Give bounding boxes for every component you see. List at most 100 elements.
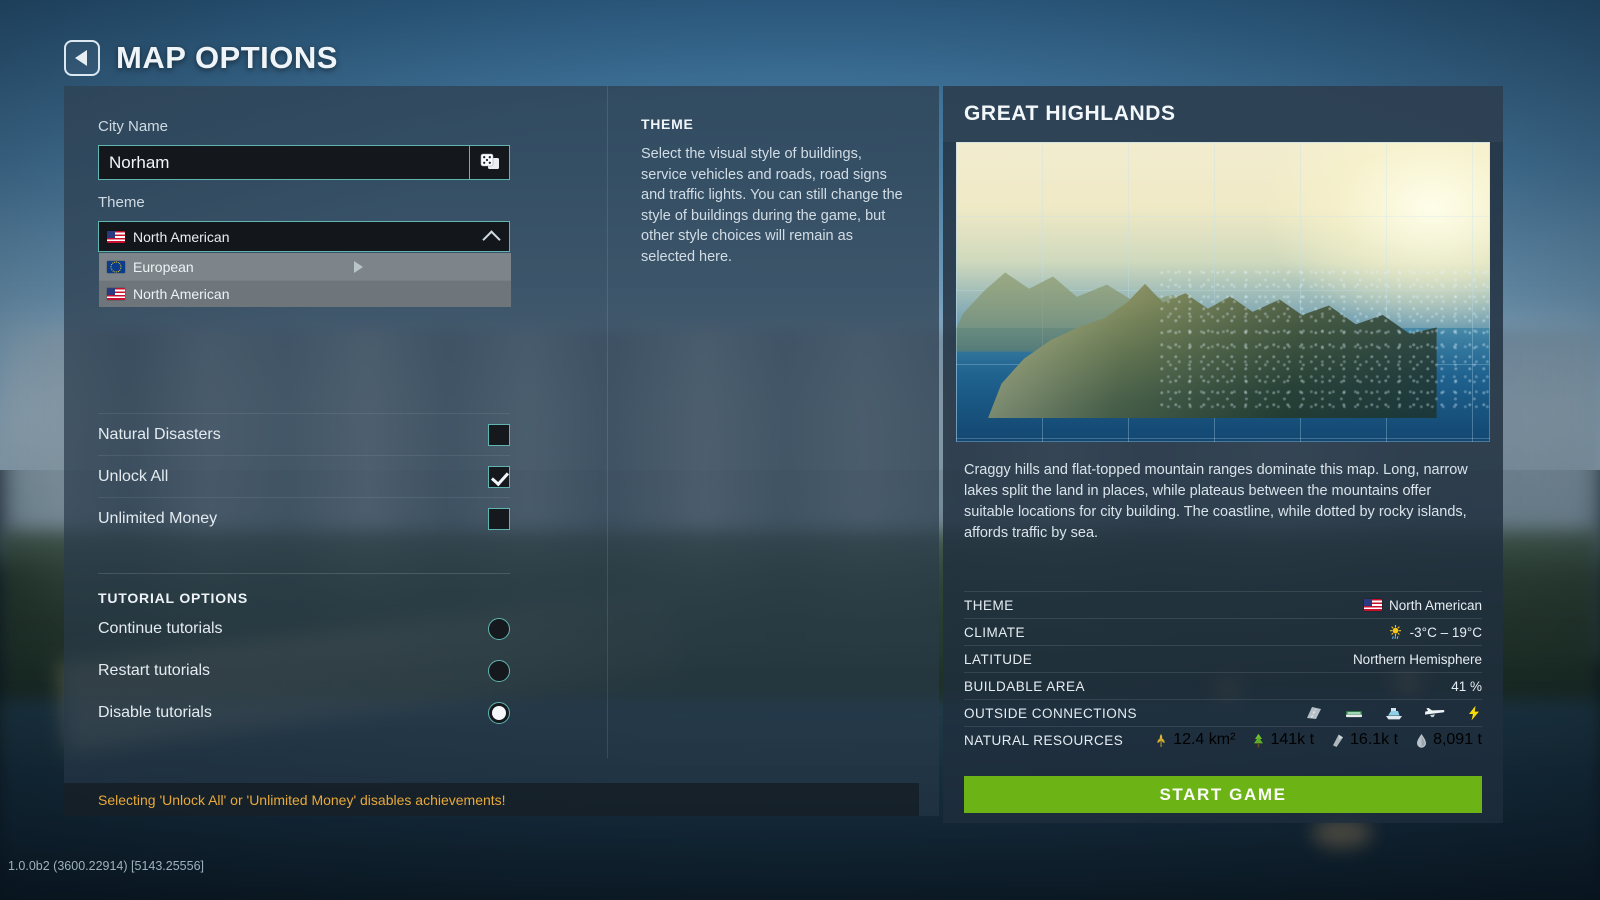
option-row-natural-disasters[interactable]: Natural Disasters [98, 413, 510, 455]
us-flag-icon [1363, 599, 1382, 611]
tutorial-option-restart[interactable]: Restart tutorials [98, 650, 510, 692]
theme-info-body: Select the visual style of buildings, se… [641, 146, 903, 265]
city-name-label: City Name [98, 118, 169, 135]
chevron-up-icon [482, 229, 501, 249]
info-value-text: 41 % [1451, 678, 1482, 694]
city-name-row [98, 145, 510, 180]
tutorial-option-label: Continue tutorials [98, 620, 223, 637]
resource-forest: 141k t [1252, 731, 1314, 749]
theme-description-block: THEME Select the visual style of buildin… [641, 116, 909, 267]
info-row-latitude: LATITUDE Northern Hemisphere [964, 645, 1482, 672]
info-value-text: North American [1388, 597, 1482, 613]
back-button[interactable] [64, 40, 100, 76]
theme-option-label: European [133, 258, 194, 275]
info-value: -3°C – 19°C [1388, 625, 1482, 640]
info-value-text: Northern Hemisphere [1352, 651, 1482, 667]
tutorial-option-continue[interactable]: Continue tutorials [98, 608, 510, 650]
theme-option-north-american[interactable]: North American [99, 280, 511, 307]
tutorial-radio[interactable] [488, 702, 510, 724]
tutorial-option-label: Disable tutorials [98, 704, 212, 721]
theme-option-label: North American [133, 286, 230, 302]
city-name-input[interactable] [98, 145, 470, 180]
settings-form: City Name Theme North American [98, 118, 511, 307]
outside-connection-icons [1304, 705, 1482, 721]
map-details-panel: GREAT HIGHLANDS Craggy hills and flat-to… [943, 86, 1503, 823]
version-text: 1.0.0b2 (3600.22914) [5143.25556] [8, 859, 205, 873]
map-preview-image [956, 142, 1490, 442]
info-row-theme: THEME North American [964, 591, 1482, 618]
tutorial-radio[interactable] [488, 618, 510, 640]
info-key: THEME [964, 597, 1014, 613]
resource-value: 141k t [1270, 731, 1315, 748]
natural-resource-values: 12.4 km² 141k t 16.1k t 8,091 t [1154, 731, 1482, 749]
info-row-climate: CLIMATE -3°C – 19°C [964, 618, 1482, 645]
option-row-unlimited-money[interactable]: Unlimited Money [98, 497, 510, 539]
road-icon [1307, 707, 1321, 719]
ore-icon [1333, 734, 1344, 747]
map-title-bar: GREAT HIGHLANDS [943, 86, 1503, 142]
info-value: North American [1363, 597, 1482, 613]
resource-value: 8,091 t [1433, 731, 1482, 748]
us-flag-icon [107, 230, 125, 243]
airplane-icon [1425, 708, 1445, 718]
page-header: MAP OPTIONS [64, 40, 338, 76]
preview-border [956, 142, 1490, 442]
page-title: MAP OPTIONS [116, 40, 338, 75]
map-description: Craggy hills and flat-topped mountain ra… [964, 462, 1468, 541]
achievement-warning-text: Selecting 'Unlock All' or 'Unlimited Mon… [98, 791, 506, 808]
option-checkbox[interactable] [488, 423, 510, 446]
map-options-panel: City Name Theme North American [64, 86, 939, 816]
start-game-button[interactable]: START GAME [964, 776, 1482, 813]
info-row-buildable-area: BUILDABLE AREA 41 % [964, 672, 1482, 699]
option-label: Natural Disasters [98, 425, 221, 443]
info-row-outside-connections: OUTSIDE CONNECTIONS [964, 699, 1482, 726]
info-key: OUTSIDE CONNECTIONS [964, 705, 1138, 721]
theme-select[interactable]: North American European North American [98, 221, 511, 307]
us-flag-icon [107, 288, 125, 300]
achievement-warning-bar: Selecting 'Unlock All' or 'Unlimited Mon… [64, 783, 919, 816]
tutorial-radio[interactable] [488, 660, 510, 682]
info-row-natural-resources: NATURAL RESOURCES 12.4 km² 141k t 16.1k … [964, 726, 1482, 753]
resource-value: 12.4 km² [1173, 731, 1236, 748]
back-arrow-icon [75, 50, 87, 66]
tutorial-option-label: Restart tutorials [98, 662, 211, 679]
option-label: Unlimited Money [98, 509, 218, 527]
info-value-text: -3°C – 19°C [1409, 624, 1482, 640]
theme-option-european[interactable]: European [99, 253, 511, 280]
resource-value: 16.1k t [1350, 731, 1399, 748]
theme-info-heading: THEME [641, 116, 694, 132]
resource-ore: 16.1k t [1331, 731, 1398, 749]
fertile-land-icon [1157, 733, 1165, 747]
info-key: NATURAL RESOURCES [964, 732, 1124, 748]
submenu-arrow-icon [354, 260, 363, 273]
oil-icon [1417, 733, 1427, 748]
map-info-table: THEME North American CLIMATE -3°C – 19°C… [964, 591, 1482, 753]
tutorial-options-heading: TUTORIAL OPTIONS [98, 573, 510, 606]
eu-flag-icon [107, 260, 125, 273]
forest-icon [1254, 733, 1264, 747]
option-row-unlock-all[interactable]: Unlock All [98, 455, 510, 497]
electricity-icon [1469, 705, 1479, 721]
option-checkbox[interactable] [488, 507, 510, 530]
map-name: GREAT HIGHLANDS [964, 102, 1176, 125]
theme-dropdown-list: European North American [99, 253, 511, 307]
start-game-label: START GAME [1159, 784, 1287, 804]
info-value: Northern Hemisphere [1353, 652, 1482, 667]
randomize-name-button[interactable] [470, 145, 510, 180]
resource-fertile-land: 12.4 km² [1154, 731, 1235, 749]
info-key: LATITUDE [964, 651, 1033, 667]
ship-icon [1386, 708, 1402, 720]
option-checkbox[interactable] [488, 465, 510, 488]
resource-oil: 8,091 t [1415, 731, 1482, 749]
train-icon [1346, 711, 1362, 718]
tutorial-option-disable[interactable]: Disable tutorials [98, 692, 510, 734]
theme-label: Theme [98, 194, 145, 211]
sun-rain-icon [1389, 624, 1401, 639]
info-key: BUILDABLE AREA [964, 678, 1086, 694]
info-key: CLIMATE [964, 624, 1026, 640]
dice-icon [480, 153, 499, 169]
theme-selected-value: North American [133, 228, 230, 245]
info-value: 41 % [1451, 679, 1482, 694]
tutorial-options-list: Continue tutorials Restart tutorials Dis… [98, 608, 510, 734]
game-options-list: Left Hand Traffic Natural Disasters Unlo… [98, 371, 510, 539]
